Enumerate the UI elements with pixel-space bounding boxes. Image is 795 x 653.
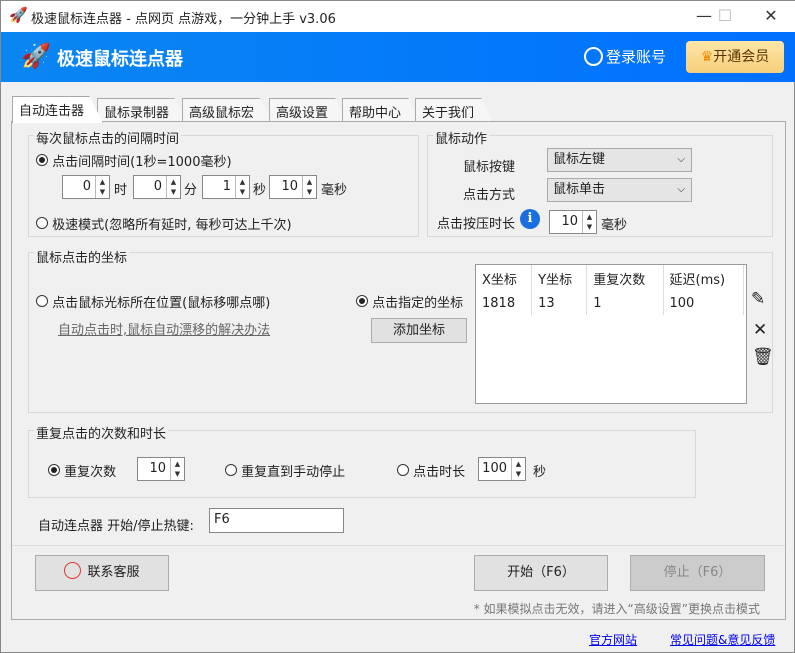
repeat-count-radio[interactable]: 重复次数 [48,461,116,480]
fixed-coordinate-label: 点击指定的坐标 [372,296,464,311]
fixed-coordinate-radio[interactable]: 点击指定的坐标 [356,292,463,311]
crown-icon: ♛ [700,49,714,65]
click-duration-label: 点击时长 [413,465,466,480]
brand-name: 极速鼠标连点器 [57,49,183,70]
close-button[interactable]: ✕ [751,5,791,27]
drift-solution-link[interactable]: 自动点击时,鼠标自动漂移的解决办法 [58,319,270,338]
repeat-title: 重复点击的次数和时长 [34,423,169,442]
interval-mode-radio[interactable]: 点击间隔时间(1秒=1000毫秒) [36,151,232,170]
press-duration-label: 点击按压时长 [437,217,516,232]
divider [12,545,785,546]
duration-unit: 秒 [533,465,547,480]
chevron-down-icon: ⌵ [677,184,685,195]
click-mode-note: * 如果模拟点击无效，请进入“高级设置”更换点击模式 [473,602,760,616]
interval-mode-label: 点击间隔时间(1秒=1000毫秒) [52,155,232,170]
edit-icon[interactable]: ✎ [751,289,765,309]
click-duration-stepper[interactable]: 100 ▲ ▼ [478,457,526,481]
mouse-button-select[interactable]: 鼠标左键 ⌵ [547,148,692,172]
table-header: X坐标 Y坐标 重复次数 延迟(ms) [476,265,744,292]
turbo-mode-label: 极速模式(忽略所有延时, 每秒可达上千次) [52,218,292,233]
press-duration-stepper[interactable]: 10 ▲ ▼ [549,210,597,234]
hours-unit: 时 [114,183,128,198]
trash-icon[interactable]: 🗑 [752,347,774,367]
ms-unit: 毫秒 [321,183,348,198]
user-icon [584,47,603,66]
chevron-down-icon: ⌵ [677,154,685,165]
login-button[interactable]: 登录账号 [584,46,666,67]
click-method-label: 点击方式 [463,188,516,203]
delete-icon[interactable]: ✕ [753,320,767,340]
rocket-logo-icon: 🚀 [21,42,51,70]
click-duration-radio[interactable]: 点击时长 [397,461,465,480]
hotkey-label: 自动连点器 开始/停止热键: [38,519,194,534]
hotkey-input[interactable]: F6 [209,508,344,533]
stop-button[interactable]: 停止（F6） [630,555,765,591]
tab-help[interactable]: 帮助中心 [342,98,421,122]
ms-stepper[interactable]: 10 ▲ ▼ [269,175,317,199]
tab-mouse-macro[interactable]: 高级鼠标宏 [182,98,274,122]
maximize-button[interactable]: ☐ [705,5,745,27]
login-label: 登录账号 [606,48,667,66]
mouse-action-title: 鼠标动作 [433,128,490,147]
tab-about[interactable]: 关于我们 [415,98,494,122]
interval-group-title: 每次鼠标点击的间隔时间 [34,128,182,147]
cursor-position-radio[interactable]: 点击鼠标光标所在位置(鼠标移哪点哪) [36,292,270,311]
coordinate-table[interactable]: X坐标 Y坐标 重复次数 延迟(ms) 1818 13 1 100 [475,264,747,404]
cursor-position-label: 点击鼠标光标所在位置(鼠标移哪点哪) [52,296,271,311]
window-title: 极速鼠标连点器 - 点网页 点游戏，一分钟上手 v3.06 [31,12,336,27]
mouse-button-label: 鼠标按键 [463,160,516,175]
turbo-mode-radio[interactable]: 极速模式(忽略所有延时, 每秒可达上千次) [36,214,292,233]
vip-label: 开通会员 [713,49,770,65]
click-method-select[interactable]: 鼠标单击 ⌵ [547,178,692,202]
table-row[interactable]: 1818 13 1 100 [476,292,744,315]
start-button[interactable]: 开始（F6） [474,555,608,591]
repeat-until-stop-label: 重复直到手动停止 [241,465,346,480]
press-duration-unit: 毫秒 [601,218,628,233]
minutes-stepper[interactable]: 0 ▲ ▼ [133,175,181,199]
rocket-icon: 🚀 [9,6,28,24]
vip-button[interactable]: ♛开通会员 [686,41,784,73]
faq-feedback-link[interactable]: 常见问题&意见反馈 [670,631,775,648]
repeat-count-stepper[interactable]: 10 ▲ ▼ [137,457,185,481]
title-bar: 🚀 极速鼠标连点器 - 点网页 点游戏，一分钟上手 v3.06 — ☐ ✕ [1,1,795,32]
tab-mouse-recorder[interactable]: 鼠标录制器 [97,98,189,122]
seconds-stepper[interactable]: 1 ▲ ▼ [202,175,250,199]
hours-stepper[interactable]: 0 ▲ ▼ [62,175,110,199]
add-coordinate-button[interactable]: 添加坐标 [371,318,467,343]
coordinates-title: 鼠标点击的坐标 [34,247,130,266]
tab-advanced-settings[interactable]: 高级设置 [269,98,348,122]
seconds-unit: 秒 [253,183,267,198]
minutes-unit: 分 [184,183,198,198]
app-header: 🚀 极速鼠标连点器 登录账号 ♛开通会员 [1,32,795,82]
official-site-link[interactable]: 官方网站 [589,631,637,648]
contact-label: 联系客服 [87,565,140,580]
support-icon [64,562,82,579]
tab-auto-clicker[interactable]: 自动连击器 [12,96,104,123]
repeat-count-label: 重复次数 [64,465,117,480]
info-icon[interactable]: i [520,209,540,229]
repeat-until-stop-radio[interactable]: 重复直到手动停止 [225,461,345,480]
contact-support-button[interactable]: 联系客服 [35,555,169,591]
